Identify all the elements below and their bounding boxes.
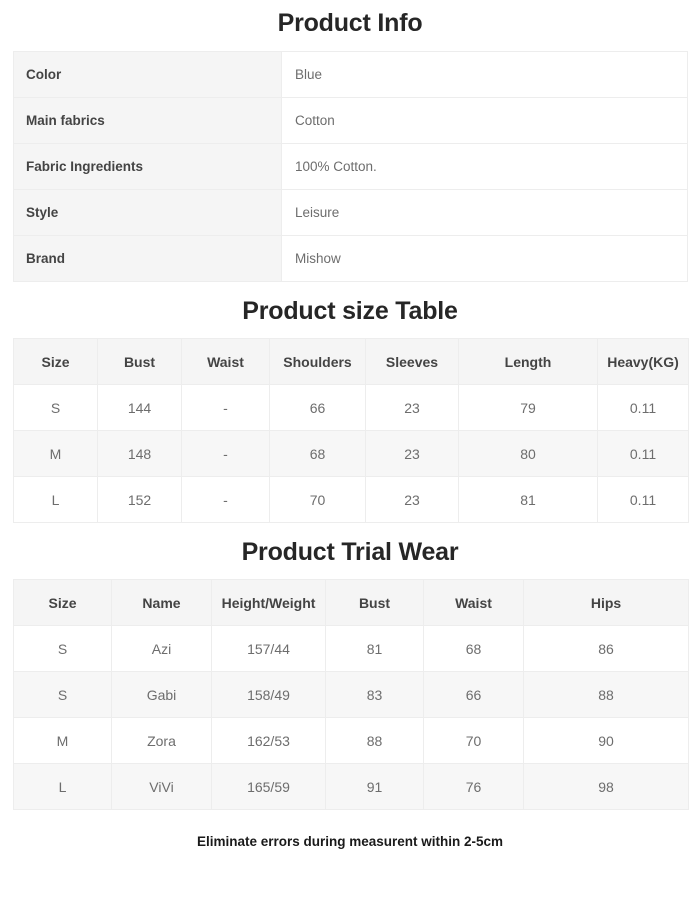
size-cell-heavy: 0.11 [597,476,689,523]
table-row: Main fabrics Cotton [13,97,688,144]
table-row: M 148 - 68 23 80 0.11 [13,430,689,477]
size-cell-sleeves: 23 [365,384,459,431]
table-header-row: Size Name Height/Weight Bust Waist Hips [13,579,689,626]
product-info-table: Color Blue Main fabrics Cotton Fabric In… [13,51,688,282]
trial-col-header-hips: Hips [523,579,689,626]
info-label-fabric-ingredients: Fabric Ingredients [13,143,282,190]
size-cell-length: 81 [458,476,598,523]
product-info-title: Product Info [277,9,423,37]
info-value-brand: Mishow [281,235,688,282]
size-cell-heavy: 0.11 [597,384,689,431]
size-cell-sleeves: 23 [365,476,459,523]
product-trial-wear-table: Size Name Height/Weight Bust Waist Hips … [13,579,689,810]
info-label-brand: Brand [13,235,282,282]
trial-cell-hips: 90 [523,717,689,764]
size-cell-length: 79 [458,384,598,431]
size-table-header: Size Bust Waist Shoulders Sleeves Length… [13,338,689,385]
trial-cell-height-weight: 157/44 [211,625,326,672]
info-value-main-fabrics: Cotton [281,97,688,144]
info-value-style: Leisure [281,189,688,236]
trial-cell-height-weight: 158/49 [211,671,326,718]
size-cell-heavy: 0.11 [597,430,689,477]
product-info-body: Color Blue Main fabrics Cotton Fabric In… [13,51,688,282]
size-col-header-shoulders: Shoulders [269,338,366,385]
info-value-color: Blue [281,51,688,98]
table-row: Brand Mishow [13,235,688,282]
size-cell-size: M [13,430,98,477]
size-cell-sleeves: 23 [365,430,459,477]
product-trial-wear-title: Product Trial Wear [241,538,459,566]
trial-cell-bust: 81 [325,625,424,672]
product-detail-page: Product Info Color Blue Main fabrics Cot… [0,0,700,906]
size-cell-waist: - [181,430,270,477]
size-cell-size: S [13,384,98,431]
size-cell-size: L [13,476,98,523]
table-row: M Zora 162/53 88 70 90 [13,717,689,764]
size-col-header-bust: Bust [97,338,182,385]
trial-col-header-size: Size [13,579,112,626]
trial-table-header: Size Name Height/Weight Bust Waist Hips [13,579,689,626]
table-row: S 144 - 66 23 79 0.11 [13,384,689,431]
size-col-header-size: Size [13,338,98,385]
trial-cell-hips: 86 [523,625,689,672]
size-cell-bust: 152 [97,476,182,523]
size-table-body: S 144 - 66 23 79 0.11 M 148 - 68 23 80 0… [13,384,689,523]
measurement-disclaimer: Eliminate errors during measurent within… [196,834,504,849]
trial-cell-size: S [13,671,112,718]
trial-cell-waist: 76 [423,763,524,810]
trial-cell-height-weight: 165/59 [211,763,326,810]
trial-col-header-bust: Bust [325,579,424,626]
size-col-header-heavy: Heavy(KG) [597,338,689,385]
info-label-main-fabrics: Main fabrics [13,97,282,144]
info-value-fabric-ingredients: 100% Cotton. [281,143,688,190]
table-row: S Azi 157/44 81 68 86 [13,625,689,672]
size-col-header-length: Length [458,338,598,385]
size-col-header-sleeves: Sleeves [365,338,459,385]
trial-cell-hips: 88 [523,671,689,718]
trial-cell-size: M [13,717,112,764]
info-label-color: Color [13,51,282,98]
trial-col-header-height-weight: Height/Weight [211,579,326,626]
trial-cell-bust: 83 [325,671,424,718]
size-cell-shoulders: 66 [269,384,366,431]
size-cell-shoulders: 68 [269,430,366,477]
table-row: Color Blue [13,51,688,98]
size-cell-waist: - [181,476,270,523]
info-label-style: Style [13,189,282,236]
product-size-table: Size Bust Waist Shoulders Sleeves Length… [13,338,689,523]
table-row: L 152 - 70 23 81 0.11 [13,476,689,523]
trial-cell-height-weight: 162/53 [211,717,326,764]
trial-cell-waist: 66 [423,671,524,718]
size-cell-waist: - [181,384,270,431]
size-cell-bust: 144 [97,384,182,431]
size-col-header-waist: Waist [181,338,270,385]
trial-cell-bust: 91 [325,763,424,810]
trial-cell-size: S [13,625,112,672]
trial-cell-waist: 68 [423,625,524,672]
trial-cell-name: ViVi [111,763,212,810]
trial-col-header-waist: Waist [423,579,524,626]
table-row: Style Leisure [13,189,688,236]
table-row: L ViVi 165/59 91 76 98 [13,763,689,810]
trial-cell-name: Gabi [111,671,212,718]
trial-col-header-name: Name [111,579,212,626]
size-cell-bust: 148 [97,430,182,477]
trial-cell-name: Azi [111,625,212,672]
table-header-row: Size Bust Waist Shoulders Sleeves Length… [13,338,689,385]
trial-table-body: S Azi 157/44 81 68 86 S Gabi 158/49 83 6… [13,625,689,810]
table-row: Fabric Ingredients 100% Cotton. [13,143,688,190]
trial-cell-name: Zora [111,717,212,764]
trial-cell-size: L [13,763,112,810]
size-cell-length: 80 [458,430,598,477]
size-cell-shoulders: 70 [269,476,366,523]
trial-cell-waist: 70 [423,717,524,764]
trial-cell-hips: 98 [523,763,689,810]
table-row: S Gabi 158/49 83 66 88 [13,671,689,718]
product-size-table-title: Product size Table [242,297,458,325]
trial-cell-bust: 88 [325,717,424,764]
